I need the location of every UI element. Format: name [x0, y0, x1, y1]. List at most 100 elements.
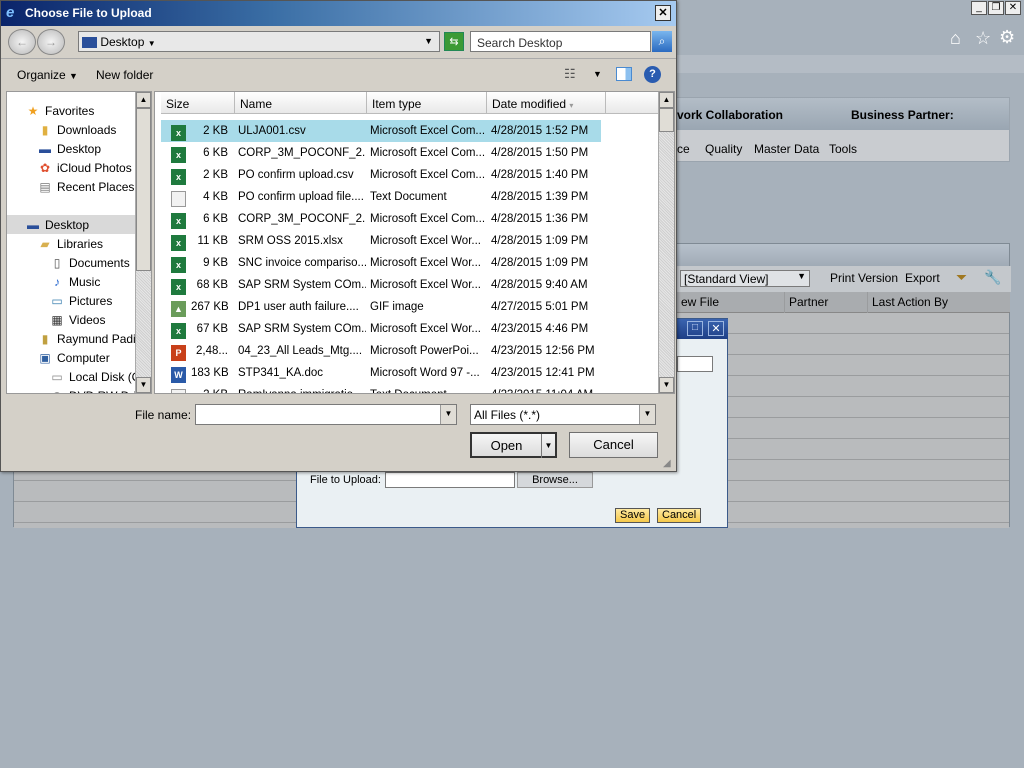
help-icon[interactable]: ? [644, 66, 661, 83]
menu-item-master-data[interactable]: Master Data [754, 142, 819, 156]
nav-item-desktop[interactable]: ▬ Desktop [37, 139, 101, 158]
file-type: Microsoft Excel Wor... [370, 235, 481, 247]
file-row[interactable]: 4 KB PO confirm upload file.... Text Docum… [161, 186, 601, 208]
close-button[interactable]: ✕ [655, 5, 671, 21]
column-header-file[interactable]: ew File [676, 292, 784, 313]
column-header-date-modified[interactable]: Date modified ▾ [487, 92, 606, 114]
desktop-icon: ▬ [39, 141, 51, 156]
menu-item-quality[interactable]: Quality [705, 142, 742, 156]
star-icon: ★ [27, 103, 39, 118]
nav-item-computer[interactable]: ▣ Computer [37, 348, 109, 367]
filter-icon[interactable]: ⏷ [956, 269, 967, 286]
nav-scroll-thumb[interactable] [136, 108, 151, 271]
nav-item-icloud-photos[interactable]: ✿ iCloud Photos [37, 158, 132, 177]
file-type-select[interactable]: All Files (*.*) ▼ [470, 404, 656, 425]
open-options-chevron-icon[interactable]: ▼ [541, 434, 555, 458]
file-row[interactable]: x 2 KB ULJA001.csv Microsoft Excel Com... 4/… [161, 120, 601, 142]
minimize-button[interactable]: _ [971, 1, 987, 15]
restore-button[interactable]: ❐ [988, 1, 1004, 15]
file-row[interactable]: x 9 KB SNC invoice compariso... Microsoft E… [161, 252, 601, 274]
address-history-dropdown[interactable]: ▼ [424, 36, 433, 46]
menu-item[interactable]: ce [677, 142, 690, 156]
nav-item-videos[interactable]: ▦ Videos [49, 310, 105, 329]
cancel-button[interactable]: Cancel [657, 508, 702, 523]
cancel-button[interactable]: Cancel [569, 432, 658, 458]
nav-item-pictures[interactable]: ▭ Pictures [49, 291, 112, 310]
address-bar[interactable]: Desktop ▼ ▼ [78, 31, 440, 52]
close-button[interactable]: ✕ [1005, 1, 1021, 15]
file-row[interactable]: x 11 KB SRM OSS 2015.xlsx Microsoft Excel W… [161, 230, 601, 252]
export-button[interactable]: Export [905, 271, 940, 285]
file-type: Microsoft Excel Wor... [370, 323, 481, 335]
choose-file-dialog: e Choose File to Upload ✕ ← → Desktop ▼ … [0, 0, 677, 472]
maximize-icon[interactable]: □ [687, 321, 703, 336]
file-row[interactable]: x 67 KB SAP SRM System COm... Microsoft Exc… [161, 318, 601, 340]
nav-item-recent-places[interactable]: ▤ Recent Places [37, 177, 134, 196]
nav-item-documents[interactable]: ▯ Documents [49, 253, 130, 272]
open-button[interactable]: Open ▼ [470, 432, 557, 458]
resize-grip-icon[interactable]: ◢ [663, 458, 671, 469]
browse-button[interactable]: Browse... [517, 472, 593, 488]
excel-icon: x [171, 323, 186, 339]
column-header-item-type[interactable]: Item type [367, 92, 487, 114]
search-icon[interactable]: ⌕ [652, 31, 672, 52]
back-button[interactable]: ← [8, 29, 36, 55]
save-button[interactable]: Save [615, 508, 651, 523]
search-input[interactable]: Search Desktop [470, 31, 651, 52]
preview-pane-icon[interactable] [616, 67, 632, 81]
nav-item-raymund-padilla[interactable]: ▮ Raymund Padilla [37, 329, 148, 348]
wrench-icon[interactable]: 🔧 [984, 269, 1001, 286]
column-header-partner[interactable]: Partner [784, 292, 867, 313]
column-header-last-action-by[interactable]: Last Action By [867, 292, 1010, 313]
file-row[interactable]: x 6 KB CORP_3M_POCONF_2... Microsoft Excel … [161, 208, 601, 230]
downloads-folder-icon: ▮ [41, 122, 49, 137]
upload-dialog-field[interactable] [677, 356, 713, 372]
column-header-size[interactable]: Size [161, 92, 235, 114]
nav-item-libraries[interactable]: ▰ Libraries [37, 234, 103, 253]
refresh-icon[interactable]: ⇆ [444, 32, 464, 51]
home-icon[interactable]: ⌂ [950, 28, 961, 49]
file-row[interactable]: P 2,48... 04_23_All Leads_Mtg.... Microsoft… [161, 340, 601, 362]
scroll-up-icon[interactable]: ▲ [659, 92, 674, 108]
file-row[interactable]: x 68 KB SAP SRM System COm... Microsoft Exc… [161, 274, 601, 296]
close-icon[interactable]: ✕ [708, 321, 724, 336]
nav-item-label: iCloud Photos [57, 160, 132, 175]
column-header-name[interactable]: Name [235, 92, 367, 114]
nav-scrollbar[interactable]: ▲ ▼ [135, 92, 151, 393]
menu-item-tools[interactable]: Tools [829, 142, 857, 156]
nav-item-dvd-rw-drive[interactable]: ◎DVD RW Drive [49, 386, 149, 394]
nav-item-local-disk-c[interactable]: ▭ Local Disk (C:) [49, 367, 147, 386]
file-row[interactable]: ▲ 267 KB DP1 user auth failure.... GIF imag… [161, 296, 601, 318]
organize-button[interactable]: Organize ▼ [17, 68, 78, 82]
chevron-down-icon[interactable]: ▼ [440, 405, 456, 424]
file-row[interactable]: 2 KB RamIvanna immigratio... Text Document… [161, 384, 601, 393]
view-select[interactable]: [Standard View] ▼ [680, 270, 810, 287]
scroll-down-icon[interactable]: ▼ [136, 377, 151, 393]
nav-item-downloads[interactable]: ▮ Downloads [37, 120, 117, 139]
file-scroll-thumb[interactable] [659, 108, 674, 132]
dialog-titlebar: e Choose File to Upload ✕ [1, 1, 676, 26]
file-row[interactable]: W 183 KB STP341_KA.doc Microsoft Word 97 -.… [161, 362, 601, 384]
view-list-icon[interactable]: ☷ [564, 66, 576, 82]
scroll-up-icon[interactable]: ▲ [136, 92, 151, 108]
file-row[interactable]: x 2 KB PO confirm upload.csv Microsoft Exce… [161, 164, 601, 186]
file-name-input[interactable]: ▼ [195, 404, 457, 425]
nav-item-desktop[interactable]: ▬ Desktop [7, 215, 135, 234]
scroll-down-icon[interactable]: ▼ [659, 377, 674, 393]
file-to-upload-input[interactable] [385, 472, 515, 488]
nav-item-label: Videos [69, 312, 106, 327]
new-folder-button[interactable]: New folder [96, 68, 153, 82]
file-type: Microsoft Word 97 -... [370, 367, 480, 379]
chevron-down-icon[interactable]: ▼ [148, 39, 156, 48]
file-row[interactable]: x 6 KB CORP_3M_POCONF_2... Microsoft Excel … [161, 142, 601, 164]
nav-item-favorites[interactable]: ★ Favorites [25, 101, 95, 120]
forward-button[interactable]: → [37, 29, 65, 55]
nav-item-music[interactable]: ♪ Music [49, 272, 100, 291]
view-options-chevron-icon[interactable]: ▼ [593, 69, 602, 79]
file-list-scrollbar[interactable]: ▲ ▼ [658, 92, 674, 393]
gear-icon[interactable]: ⚙ [999, 27, 1015, 48]
nav-item-label: Music [69, 274, 101, 289]
file-size: 67 KB [196, 323, 228, 335]
star-icon[interactable]: ☆ [975, 28, 991, 49]
print-version-button[interactable]: Print Version [830, 271, 898, 285]
